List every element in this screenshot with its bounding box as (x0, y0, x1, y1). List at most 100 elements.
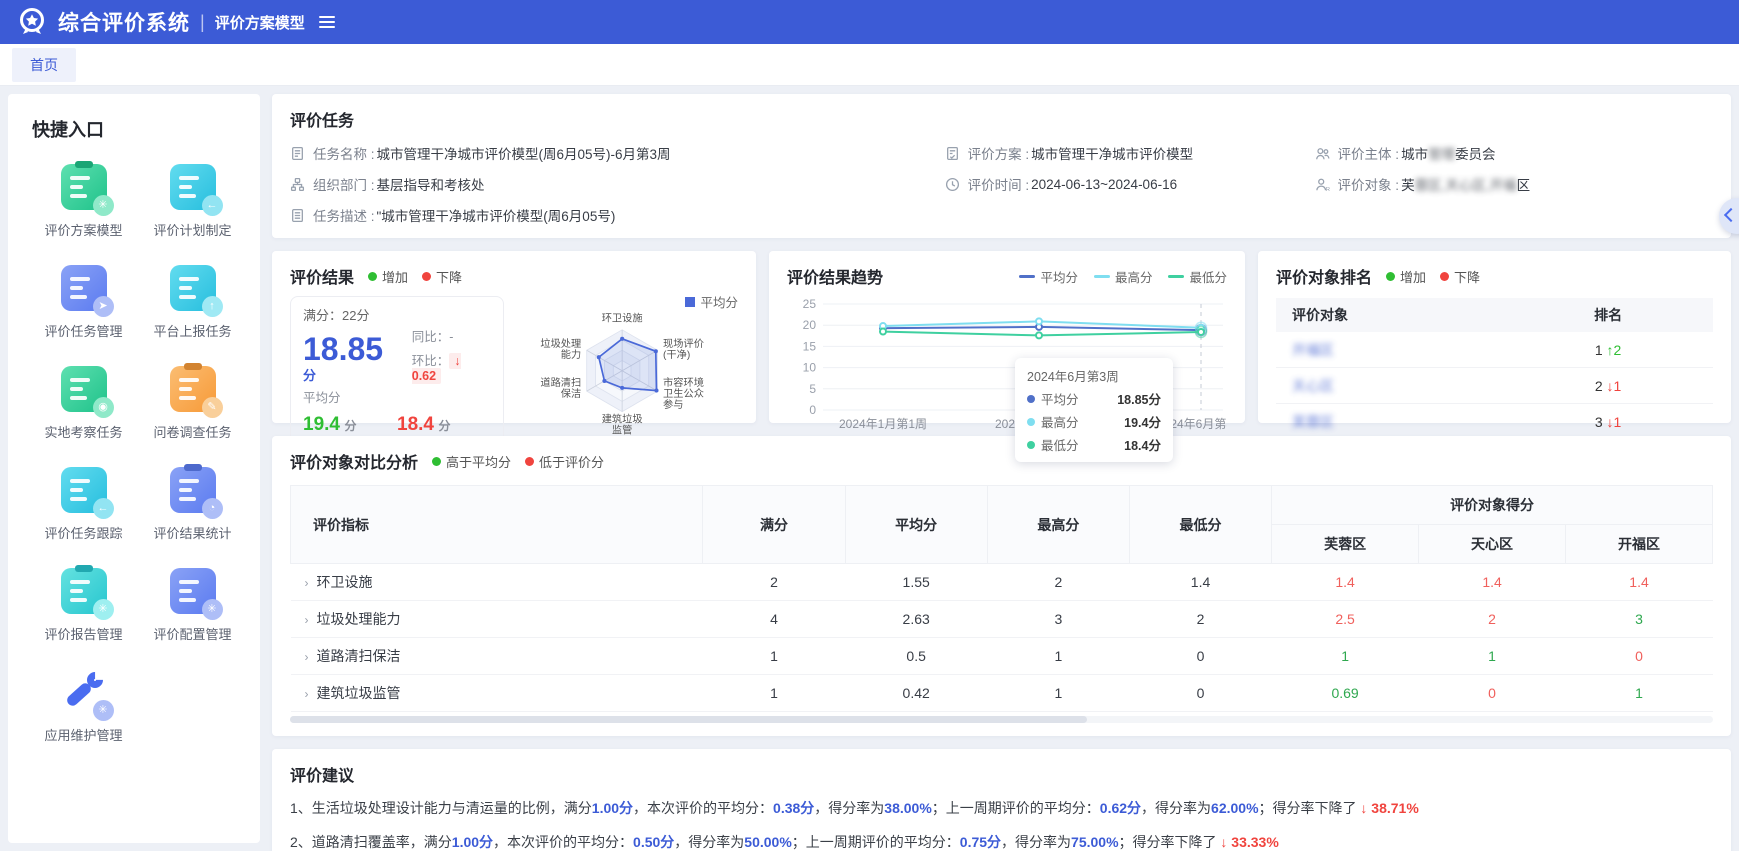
task-field-value: 基层指导和考核处 (377, 174, 485, 194)
cell-avg: 2.63 (845, 601, 987, 638)
ranking-table: 评价对象 排名 开福区1 ↑2天心区2 ↓1芙蓉区3 ↓1 (1276, 298, 1713, 440)
sidebar-item-4[interactable]: ◉实地考察任务 (32, 366, 135, 441)
icon-badge: ✎ (202, 397, 223, 418)
icon-badge: ➤ (93, 296, 114, 317)
ranking-object-name[interactable]: 天心区 (1276, 376, 1503, 396)
trend-legend-item-1[interactable]: 最高分 (1094, 267, 1153, 286)
suggestion-line-1: 2、道路清扫覆盖率，满分1.00分，本次评价的平均分：0.50分，得分率为50.… (290, 832, 1713, 851)
legend-dash-icon (1094, 275, 1110, 278)
green-dot-icon (368, 272, 377, 281)
legend-decrease: 下降 (1440, 267, 1480, 286)
indicator-name: 环卫设施 (317, 574, 373, 590)
min-score: 18.4 (397, 414, 434, 435)
svg-text:15: 15 (803, 339, 817, 353)
trend-legend-label: 最低分 (1189, 267, 1227, 286)
sidebar-item-0[interactable]: ✳评价方案模型 (32, 164, 135, 239)
expand-chevron-icon[interactable]: › (305, 576, 309, 590)
clipboard-gear-icon: ✳ (61, 164, 107, 210)
suggestion-segment: ↓ 38.71% (1360, 800, 1418, 816)
legend-dash-icon (1168, 275, 1184, 278)
cell-full: 4 (703, 601, 845, 638)
rank-change: 1 (1614, 414, 1622, 430)
menu-toggle-icon[interactable] (319, 16, 335, 28)
task-field-value: 芙 (1401, 174, 1415, 194)
expand-chevron-icon[interactable]: › (305, 687, 309, 701)
doc-check-back-icon: ← (170, 164, 216, 210)
task-field-value: 城市管理干净城市评价模型(周6月05号)-6月第3周 (377, 143, 671, 163)
svg-text:20: 20 (803, 318, 817, 332)
col-avg: 平均分 (845, 486, 987, 564)
sidebar-item-10[interactable]: ✳ 应用维护管理 (32, 669, 135, 744)
sidebar-item-8[interactable]: ✳评价报告管理 (32, 568, 135, 643)
sidebar-item-2[interactable]: ➤评价任务管理 (32, 265, 135, 340)
suggestion-segment: 50.00% (744, 834, 791, 850)
suggestion-segment: 1.00分 (452, 834, 493, 850)
radar-chart: 平均分 环卫设施现场评价(干净)市容环境卫生公众参与建筑垃圾监管道路清扫保洁垃圾… (508, 290, 738, 464)
desc-doc-icon (290, 208, 305, 223)
trend-legend-item-2[interactable]: 最低分 (1168, 267, 1227, 286)
ranking-object-name[interactable]: 芙蓉区 (1276, 412, 1503, 432)
sidebar-item-1[interactable]: ←评价计划制定 (141, 164, 244, 239)
suggestion-segment: 75.00% (1071, 834, 1118, 850)
col-indicator: 评价指标 (291, 486, 703, 564)
col-region-tianxin: 天心区 (1419, 525, 1566, 564)
sidebar-item-6[interactable]: ←评价任务跟踪 (32, 467, 135, 542)
sidebar-item-label: 平台上报任务 (153, 321, 231, 340)
expand-chevron-icon[interactable]: › (305, 650, 309, 664)
clipboard-edit-icon: ✎ (170, 366, 216, 412)
icon-badge: ◉ (93, 397, 114, 418)
expand-chevron-icon[interactable]: › (305, 613, 309, 627)
tooltip-dot-icon (1027, 395, 1035, 403)
ranking-rank-cell: 1 ↑2 (1503, 342, 1713, 358)
sidebar-item-9[interactable]: ✳评价配置管理 (141, 568, 244, 643)
legend-increase: 增加 (1386, 267, 1426, 286)
task-field-value: 城市 (1401, 143, 1428, 163)
horizontal-scrollbar[interactable] (290, 716, 1713, 723)
indicator-cell: › 环卫设施 (291, 564, 703, 601)
rank-number: 2 (1595, 378, 1603, 394)
scheme-doc-icon (945, 146, 960, 161)
person-icon: R (1315, 177, 1330, 192)
ranking-row-1: 天心区2 ↓1 (1276, 368, 1713, 404)
col-min: 最低分 (1129, 486, 1271, 564)
sidebar-item-5[interactable]: ✎问卷调查任务 (141, 366, 244, 441)
svg-text:5: 5 (809, 382, 816, 396)
ranking-rank-cell: 3 ↓1 (1503, 414, 1713, 430)
result-title: 评价结果 (290, 264, 354, 288)
col-region-furong: 芙蓉区 (1272, 525, 1419, 564)
cell-avg: 0.42 (845, 675, 987, 712)
cell-full: 2 (703, 564, 845, 601)
comparison-card: 评价对象对比分析 高于平均分 低于评价分 评价指标 满分 平均分 最高分 最低分… (272, 436, 1731, 736)
cell-max: 3 (987, 601, 1129, 638)
sidebar-item-7[interactable]: ◔评价结果统计 (141, 467, 244, 542)
suggestion-segment: ；得分率下降了 (1259, 800, 1361, 816)
suggestion-segment: 62.00% (1211, 800, 1258, 816)
task-field-2: 任务描述 :"城市管理干净城市评价模型(周6月05号) (290, 205, 945, 225)
clipboard-tab (75, 565, 93, 572)
avg-score: 18.85 (303, 331, 383, 367)
wrench-icon: ✳ (61, 669, 107, 715)
quick-entry-title: 快捷入口 (32, 116, 244, 142)
tooltip-row-0: 平均分18.85分 (1027, 389, 1161, 408)
svg-text:建筑垃圾监管: 建筑垃圾监管 (602, 413, 643, 437)
sidebar-item-3[interactable]: ↑ 平台上报任务 (141, 265, 244, 340)
result-card: 评价结果 增加 下降 满分：22分 18.85 分 同比：- 环比：↓ 0.62 (272, 251, 756, 423)
region-score-cell: 1 (1419, 638, 1566, 675)
task-card: 评价任务 任务名称 :城市管理干净城市评价模型(周6月05号)-6月第3周组织部… (272, 94, 1731, 238)
legend-square-icon (685, 297, 695, 307)
region-score-cell: 0 (1566, 638, 1713, 675)
trend-legend-item-0[interactable]: 平均分 (1019, 267, 1078, 286)
col-max: 最高分 (987, 486, 1129, 564)
col-group-scores: 评价对象得分 (1272, 486, 1713, 525)
legend-decrease: 下降 (422, 267, 462, 286)
svg-text:现场评价(干净): 现场评价(干净) (663, 337, 704, 361)
region-score-cell: 1 (1272, 638, 1419, 675)
sidebar-item-label: 评价报告管理 (44, 624, 122, 643)
ranking-object-name[interactable]: 开福区 (1276, 340, 1503, 360)
task-field-value-redacted: 管理 (1428, 143, 1455, 163)
rank-change: 2 (1614, 342, 1622, 358)
doc-upload-icon: ↑ (170, 265, 216, 311)
tab-home[interactable]: 首页 (12, 48, 76, 82)
task-field-label: 任务名称 : (313, 143, 375, 163)
sidebar-item-label: 应用维护管理 (44, 725, 122, 744)
